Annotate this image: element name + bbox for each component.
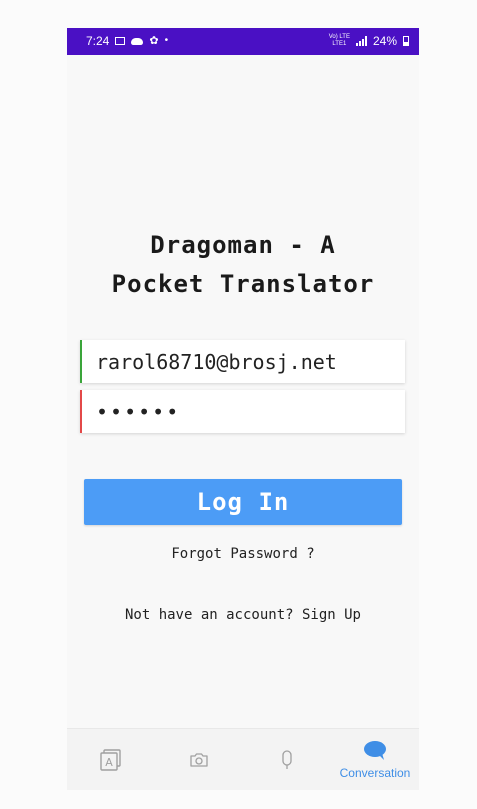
status-bar: 7:24 ✿ • Vo) LTE LTE1 24% [67,28,419,55]
screen-background: 7:24 ✿ • Vo) LTE LTE1 24% Dragoman - A Po… [0,0,477,809]
nav-label-conversation: Conversation [339,766,411,780]
camera-icon [190,753,208,767]
login-button[interactable]: Log In [84,479,402,525]
text-translate-icon: A [100,749,121,771]
microphone-icon [282,750,292,769]
battery-icon [403,36,409,46]
image-icon [115,37,126,45]
chat-bubble-icon [364,741,386,760]
battery-percent: 24% [372,34,397,48]
lte-icon: Vo) LTE LTE1 [328,34,350,47]
status-time: 7:24 [86,34,110,48]
signal-icon [355,36,367,46]
title-line-1: Dragoman - A [150,231,336,259]
cloud-icon [131,37,144,45]
bottom-navigation: A Conversation [67,728,419,790]
password-field[interactable]: •••••• [80,390,405,433]
sign-up-link[interactable]: Not have an account? Sign Up [67,607,419,623]
nav-item-camera[interactable] [155,729,243,790]
login-button-label: Log In [196,488,290,516]
dot-icon: • [164,35,169,46]
status-bar-right: Vo) LTE LTE1 24% [329,34,409,48]
email-value: rarol68710@brosj.net [96,349,337,374]
password-value: •••••• [96,399,181,424]
title-line-2: Pocket Translator [111,270,375,298]
app-screen: 7:24 ✿ • Vo) LTE LTE1 24% Dragoman - A Po… [67,28,419,790]
gear-icon: ✿ [149,34,159,47]
svg-text:A: A [105,756,113,769]
email-field[interactable]: rarol68710@brosj.net [80,340,405,383]
forgot-password-link[interactable]: Forgot Password ? [67,546,419,562]
nav-item-conversation[interactable]: Conversation [331,729,419,790]
page-title: Dragoman - A Pocket Translator [67,226,419,304]
nav-item-microphone[interactable] [243,729,331,790]
nav-item-text-translate[interactable]: A [67,729,155,790]
status-bar-left: 7:24 ✿ • [86,34,168,48]
